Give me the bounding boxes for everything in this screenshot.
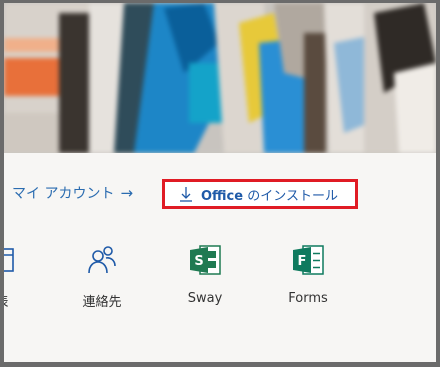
arrow-right-icon: → — [120, 184, 134, 202]
main-content: マイ アカウント → Office のインストール 表 — [4, 153, 436, 362]
install-office-label: Office のインストール — [201, 185, 338, 204]
install-office-rest: のインストール — [243, 188, 338, 204]
app-label-forms: Forms — [288, 291, 328, 306]
my-account-link[interactable]: マイ アカウント → — [12, 183, 133, 203]
svg-text:S: S — [194, 254, 203, 269]
app-label-contacts: 連絡先 — [82, 295, 122, 310]
forms-icon: F — [291, 243, 325, 277]
app-tile-forms[interactable]: F Forms — [268, 243, 348, 323]
people-icon — [85, 243, 119, 277]
window-frame: マイ アカウント → Office のインストール 表 — [0, 0, 440, 367]
download-icon — [180, 187, 192, 202]
app-label-sway: Sway — [187, 291, 223, 306]
app-tile-partial[interactable]: 表 — [4, 243, 42, 323]
install-office-brand: Office — [201, 188, 244, 204]
install-office-button[interactable]: Office のインストール — [162, 179, 358, 209]
app-tile-contacts[interactable]: 連絡先 — [62, 243, 142, 323]
app-launcher-row: 表 連絡先 — [4, 243, 436, 323]
my-account-label: マイ アカウント — [12, 186, 115, 202]
hero-banner-image — [4, 3, 436, 153]
svg-text:F: F — [298, 254, 307, 269]
app-label-partial: 表 — [4, 291, 9, 310]
sway-icon: S — [188, 243, 222, 277]
app-tile-sway[interactable]: S Sway — [165, 243, 245, 323]
calendar-icon — [4, 243, 19, 277]
